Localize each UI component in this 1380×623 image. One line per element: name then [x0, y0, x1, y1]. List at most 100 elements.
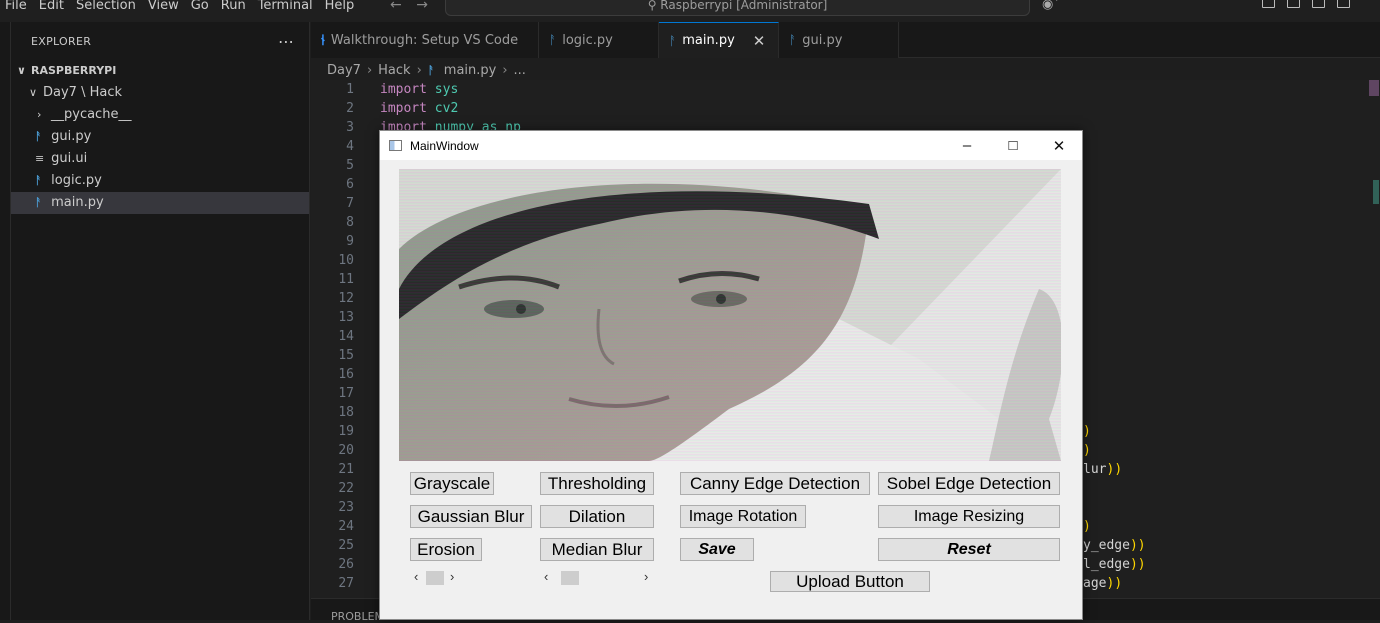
save-button[interactable]: Save	[680, 538, 754, 561]
tree-folder-label: Day7 \ Hack	[43, 85, 123, 100]
line-number: 9	[346, 234, 354, 249]
slider-thumb[interactable]	[426, 571, 444, 585]
erosion-button[interactable]: Erosion	[410, 538, 482, 561]
menu-run[interactable]: Run	[215, 0, 252, 14]
breadcrumb-item[interactable]: Hack	[378, 63, 410, 78]
line-number: 7	[346, 196, 354, 211]
image-rotation-button[interactable]: Image Rotation	[680, 505, 806, 528]
tab-label: gui.py	[802, 32, 843, 48]
text-file-icon: ≡	[35, 152, 45, 165]
breadcrumb: Day7 › Hack › ᚨ main.py › ...	[327, 60, 526, 80]
code-fragment: y_edge))	[1083, 538, 1146, 553]
menu-go[interactable]: Go	[185, 0, 215, 14]
forward-arrow-icon[interactable]: →	[416, 0, 428, 13]
sobel-edge-button[interactable]: Sobel Edge Detection	[878, 472, 1060, 495]
tree-folder[interactable]: ∨ Day7 \ Hack	[11, 82, 309, 104]
horizontal-slider[interactable]: ‹ ›	[540, 569, 654, 587]
python-file-icon: ᚨ	[35, 196, 42, 209]
horizontal-slider[interactable]: ‹ ›	[410, 569, 460, 587]
chevron-right-icon[interactable]: ›	[450, 569, 454, 584]
thresholding-button[interactable]: Thresholding	[540, 472, 654, 495]
menu-selection[interactable]: Selection	[70, 0, 142, 14]
code-fragment: )	[1083, 519, 1091, 534]
line-number: 27	[338, 576, 354, 591]
menu-terminal[interactable]: Terminal	[252, 0, 319, 14]
menu-help[interactable]: Help	[319, 0, 361, 14]
command-center-label: Raspberrypi [Administrator]	[660, 0, 828, 12]
line-number: 15	[338, 348, 354, 363]
line-number: 23	[338, 500, 354, 515]
chevron-right-icon: ›	[37, 108, 42, 121]
copilot-icon[interactable]: ◉˅	[1042, 0, 1060, 12]
menu-file[interactable]: File	[0, 0, 33, 14]
breadcrumb-item[interactable]: Day7	[327, 63, 361, 78]
more-actions-icon[interactable]: ⋯	[278, 32, 295, 51]
canny-edge-button[interactable]: Canny Edge Detection	[680, 472, 870, 495]
line-number: 13	[338, 310, 354, 325]
line-number: 21	[338, 462, 354, 477]
breadcrumb-item[interactable]: main.py	[444, 63, 497, 78]
vscode-icon: ⫮	[321, 31, 325, 49]
line-number: 12	[338, 291, 354, 306]
line-number: 26	[338, 557, 354, 572]
command-center[interactable]: ⚲ Raspberrypi [Administrator]	[445, 0, 1030, 16]
chevron-left-icon[interactable]: ‹	[544, 569, 548, 584]
slider-thumb[interactable]	[561, 571, 579, 585]
tab-main-py[interactable]: ᚨ main.py ✕	[659, 22, 779, 58]
line-number: 24	[338, 519, 354, 534]
tab-label: logic.py	[562, 32, 613, 48]
maximize-icon[interactable]: □	[990, 131, 1036, 160]
minimap[interactable]	[1355, 80, 1380, 600]
menu-view[interactable]: View	[142, 0, 185, 14]
tree-item-pycache[interactable]: › __pycache__	[11, 104, 309, 126]
activity-bar	[0, 22, 11, 620]
customize-layout-icon[interactable]	[1337, 0, 1350, 8]
tree-item-main-py[interactable]: ᚨ main.py	[11, 192, 309, 214]
window-title: MainWindow	[410, 138, 479, 153]
tree-item-gui-ui[interactable]: ≡ gui.ui	[11, 148, 309, 170]
line-number: 10	[338, 253, 354, 268]
dilation-button[interactable]: Dilation	[540, 505, 654, 528]
minimize-icon[interactable]: –	[944, 131, 990, 160]
code-fragment: l_edge))	[1083, 557, 1146, 572]
line-number: 4	[346, 139, 354, 154]
line-number: 6	[346, 177, 354, 192]
code-line: import sys	[380, 82, 459, 97]
tree-item-gui-py[interactable]: ᚨ gui.py	[11, 126, 309, 148]
line-number: 14	[338, 329, 354, 344]
explorer-sidebar: EXPLORER ⋯ ∨ RASPBERRYPI ∨ Day7 \ Hack › __…	[11, 22, 310, 620]
chevron-right-icon[interactable]: ›	[644, 569, 648, 584]
code-fragment: )	[1083, 424, 1091, 439]
tree-item-label: gui.ui	[51, 151, 88, 166]
tree-item-label: main.py	[51, 195, 104, 210]
close-icon[interactable]: ✕	[753, 32, 766, 50]
breadcrumb-item[interactable]: ...	[514, 63, 526, 78]
reset-button[interactable]: Reset	[878, 538, 1060, 561]
line-number: 11	[338, 272, 354, 287]
line-number: 3	[346, 120, 354, 135]
toggle-sidebar-icon[interactable]	[1262, 0, 1275, 8]
tree-item-label: __pycache__	[51, 107, 132, 122]
chevron-left-icon[interactable]: ‹	[414, 569, 418, 584]
menu-edit[interactable]: Edit	[33, 0, 70, 14]
python-icon: ᚨ	[669, 33, 677, 48]
tree-item-logic-py[interactable]: ᚨ logic.py	[11, 170, 309, 192]
upload-button[interactable]: Upload Button	[770, 571, 930, 592]
gaussian-blur-button[interactable]: Gaussian Blur	[410, 505, 532, 528]
tree-root[interactable]: ∨ RASPBERRYPI	[11, 60, 309, 82]
image-resizing-button[interactable]: Image Resizing	[878, 505, 1060, 528]
line-number: 8	[346, 215, 354, 230]
tab-logic-py[interactable]: ᚨ logic.py	[539, 22, 659, 58]
median-blur-button[interactable]: Median Blur	[540, 538, 654, 561]
close-icon[interactable]: ✕	[1036, 131, 1082, 160]
tab-label: main.py	[682, 33, 735, 48]
tab-gui-py[interactable]: ᚨ gui.py	[779, 22, 899, 58]
grayscale-button[interactable]: Grayscale	[410, 472, 494, 495]
chevron-right-icon: ›	[416, 62, 422, 78]
code-line: import cv2	[380, 101, 459, 116]
python-icon: ᚨ	[549, 33, 557, 47]
back-arrow-icon[interactable]: ←	[390, 0, 402, 13]
toggle-panel-icon[interactable]	[1287, 0, 1300, 8]
tab-walkthrough[interactable]: ⫮ Walkthrough: Setup VS Code	[311, 22, 539, 58]
toggle-secondary-sidebar-icon[interactable]	[1312, 0, 1325, 8]
